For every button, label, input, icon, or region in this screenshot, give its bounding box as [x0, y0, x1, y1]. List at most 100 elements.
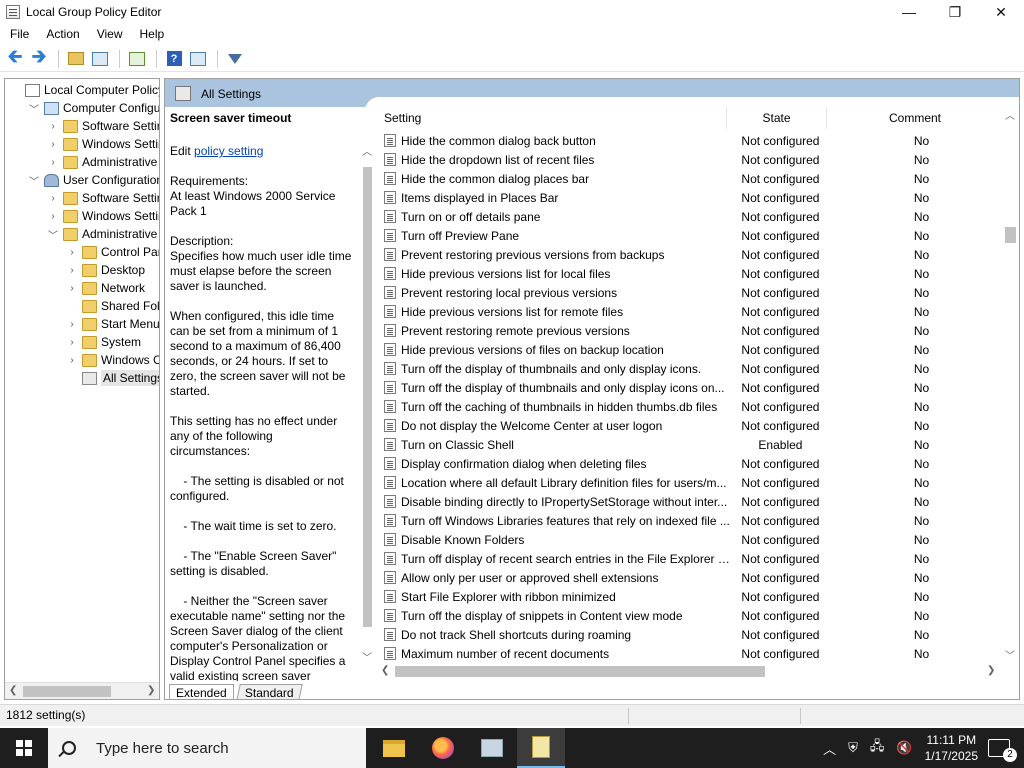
expand-arrow-icon[interactable]: ›	[47, 121, 59, 132]
console-tree[interactable]: Local Computer Policy ﹀ Computer Configura…	[4, 78, 160, 700]
network-icon[interactable]: 🖧	[870, 737, 885, 759]
list-horizontal-scrollbar[interactable]: ❮ ❯	[379, 663, 1005, 680]
tree-item[interactable]: › Desktop	[66, 261, 145, 279]
table-row[interactable]: Location where all default Library defin…	[379, 473, 1005, 492]
expand-arrow-icon[interactable]: ›	[66, 355, 78, 366]
up-one-level-button[interactable]	[65, 48, 87, 70]
scroll-up-icon[interactable]: ︿	[362, 143, 372, 158]
scrollbar-thumb[interactable]	[395, 666, 765, 677]
tree-item[interactable]: › Windows Setting	[47, 207, 159, 225]
table-row[interactable]: Turn off the display of thumbnails and o…	[379, 378, 1005, 397]
scroll-right-icon[interactable]: ❯	[147, 685, 155, 696]
table-row[interactable]: Do not display the Welcome Center at use…	[379, 416, 1005, 435]
table-row[interactable]: Prevent restoring previous versions from…	[379, 245, 1005, 264]
file-explorer-taskbar-button[interactable]	[370, 728, 418, 768]
back-button[interactable]: 🡰	[4, 46, 26, 70]
security-icon[interactable]: ⛨	[848, 740, 858, 756]
table-row[interactable]: Prevent restoring remote previous versio…	[379, 321, 1005, 340]
table-row[interactable]: Start File Explorer with ribbon minimize…	[379, 587, 1005, 606]
tree-item[interactable]: › Start Menu ar	[66, 315, 159, 333]
collapse-arrow-icon[interactable]: ﹀	[47, 227, 59, 242]
tree-item[interactable]: ﹀ Computer Configura	[28, 99, 159, 117]
expand-arrow-icon[interactable]: ›	[47, 157, 59, 168]
minimize-button[interactable]: —	[886, 0, 932, 24]
expand-arrow-icon[interactable]: ›	[66, 265, 78, 276]
collapse-arrow-icon[interactable]: ﹀	[28, 101, 40, 116]
table-row[interactable]: Hide previous versions list for remote f…	[379, 302, 1005, 321]
expand-arrow-icon[interactable]: ›	[47, 139, 59, 150]
tree-item[interactable]: All Settings	[66, 369, 159, 387]
tree-item[interactable]: › Network	[66, 279, 145, 297]
tree-item[interactable]: › Control Panel	[66, 243, 159, 261]
column-header-setting[interactable]: Setting	[379, 107, 727, 129]
table-row[interactable]: Allow only per user or approved shell ex…	[379, 568, 1005, 587]
table-row[interactable]: Display confirmation dialog when deletin…	[379, 454, 1005, 473]
expand-arrow-icon[interactable]: ›	[66, 247, 78, 258]
group-policy-taskbar-button[interactable]	[517, 728, 565, 768]
table-row[interactable]: Turn off the display of snippets in Cont…	[379, 606, 1005, 625]
scrollbar-thumb[interactable]	[363, 167, 372, 627]
scroll-down-icon[interactable]: ﹀	[1005, 647, 1015, 662]
table-row[interactable]: Hide previous versions list for local fi…	[379, 264, 1005, 283]
scroll-left-icon[interactable]: ❮	[381, 665, 389, 676]
export-list-button[interactable]	[126, 48, 148, 70]
tree-item[interactable]: ﹀ User Configuration	[28, 171, 159, 189]
volume-muted-icon[interactable]: 🔇	[896, 740, 912, 756]
description-scrollbar[interactable]: ︿ ﹀	[359, 143, 376, 665]
tab-extended[interactable]: Extended	[169, 684, 234, 699]
clock[interactable]: 11:11 PM 1/17/2025	[925, 732, 978, 764]
table-row[interactable]: Hide the common dialog back button Not co…	[379, 131, 1005, 150]
tree-item[interactable]: › Windows Cor	[66, 351, 159, 369]
table-row[interactable]: Turn off Windows Libraries features that…	[379, 511, 1005, 530]
maximize-button[interactable]: ❐	[932, 0, 978, 24]
tree-item[interactable]: Local Computer Policy	[9, 81, 159, 99]
table-row[interactable]: Hide previous versions of files on backu…	[379, 340, 1005, 359]
tree-item[interactable]: › Administrative Te	[47, 153, 159, 171]
menu-view[interactable]: View	[87, 27, 130, 41]
forward-button[interactable]: 🡲	[28, 46, 50, 70]
tree-item[interactable]: ﹀ Administrative Te	[47, 225, 159, 243]
table-row[interactable]: Turn on Classic Shell Enabled No	[379, 435, 1005, 454]
expand-arrow-icon[interactable]: ›	[66, 283, 78, 294]
tree-item[interactable]: › Windows Setting	[47, 135, 159, 153]
menu-help[interactable]: Help	[130, 27, 172, 41]
notification-center-icon[interactable]: 2	[988, 739, 1017, 762]
control-panel-taskbar-button[interactable]	[468, 728, 516, 768]
scrollbar-thumb[interactable]	[1005, 227, 1016, 243]
table-row[interactable]: Disable Known Folders Not configured No	[379, 530, 1005, 549]
menu-file[interactable]: File	[0, 27, 36, 41]
scroll-down-icon[interactable]: ﹀	[362, 649, 372, 664]
table-row[interactable]: Turn on or off details pane Not configure…	[379, 207, 1005, 226]
tree-item[interactable]: › Software Settings	[47, 117, 159, 135]
help-button[interactable]: ?	[163, 48, 185, 70]
table-row[interactable]: Maximum number of recent documents Not co…	[379, 644, 1005, 663]
taskbar-search[interactable]: Type here to search	[48, 728, 366, 768]
list-vertical-scrollbar[interactable]: ︿ ﹀	[1002, 107, 1019, 667]
table-row[interactable]: Items displayed in Places Bar Not configu…	[379, 188, 1005, 207]
scroll-right-icon[interactable]: ❯	[987, 665, 995, 676]
scrollbar-thumb[interactable]	[23, 686, 111, 697]
expand-arrow-icon[interactable]: ›	[47, 211, 59, 222]
firefox-taskbar-button[interactable]	[419, 728, 467, 768]
tree-item[interactable]: › System	[66, 333, 141, 351]
close-button[interactable]: ✕	[978, 0, 1024, 24]
extended-view-button[interactable]	[187, 48, 209, 70]
expand-arrow-icon[interactable]: ›	[66, 337, 78, 348]
table-row[interactable]: Prevent restoring local previous version…	[379, 283, 1005, 302]
table-row[interactable]: Hide the common dialog places bar Not con…	[379, 169, 1005, 188]
scroll-left-icon[interactable]: ❮	[9, 685, 17, 696]
policy-setting-link[interactable]: policy setting	[194, 144, 263, 158]
column-header-comment[interactable]: Comment	[827, 107, 1003, 129]
table-row[interactable]: Turn off the caching of thumbnails in hi…	[379, 397, 1005, 416]
expand-arrow-icon[interactable]: ›	[47, 193, 59, 204]
column-header-state[interactable]: State	[727, 107, 827, 129]
table-row[interactable]: Do not track Shell shortcuts during roam…	[379, 625, 1005, 644]
table-row[interactable]: Hide the dropdown list of recent files No…	[379, 150, 1005, 169]
table-row[interactable]: Turn off Preview Pane Not configured No	[379, 226, 1005, 245]
tree-item[interactable]: Shared Folder	[66, 297, 159, 315]
tree-item[interactable]: › Software Settings	[47, 189, 159, 207]
expand-arrow-icon[interactable]: ›	[66, 319, 78, 330]
collapse-arrow-icon[interactable]: ﹀	[28, 173, 40, 188]
filter-button[interactable]	[224, 48, 246, 70]
table-row[interactable]: Turn off the display of thumbnails and o…	[379, 359, 1005, 378]
